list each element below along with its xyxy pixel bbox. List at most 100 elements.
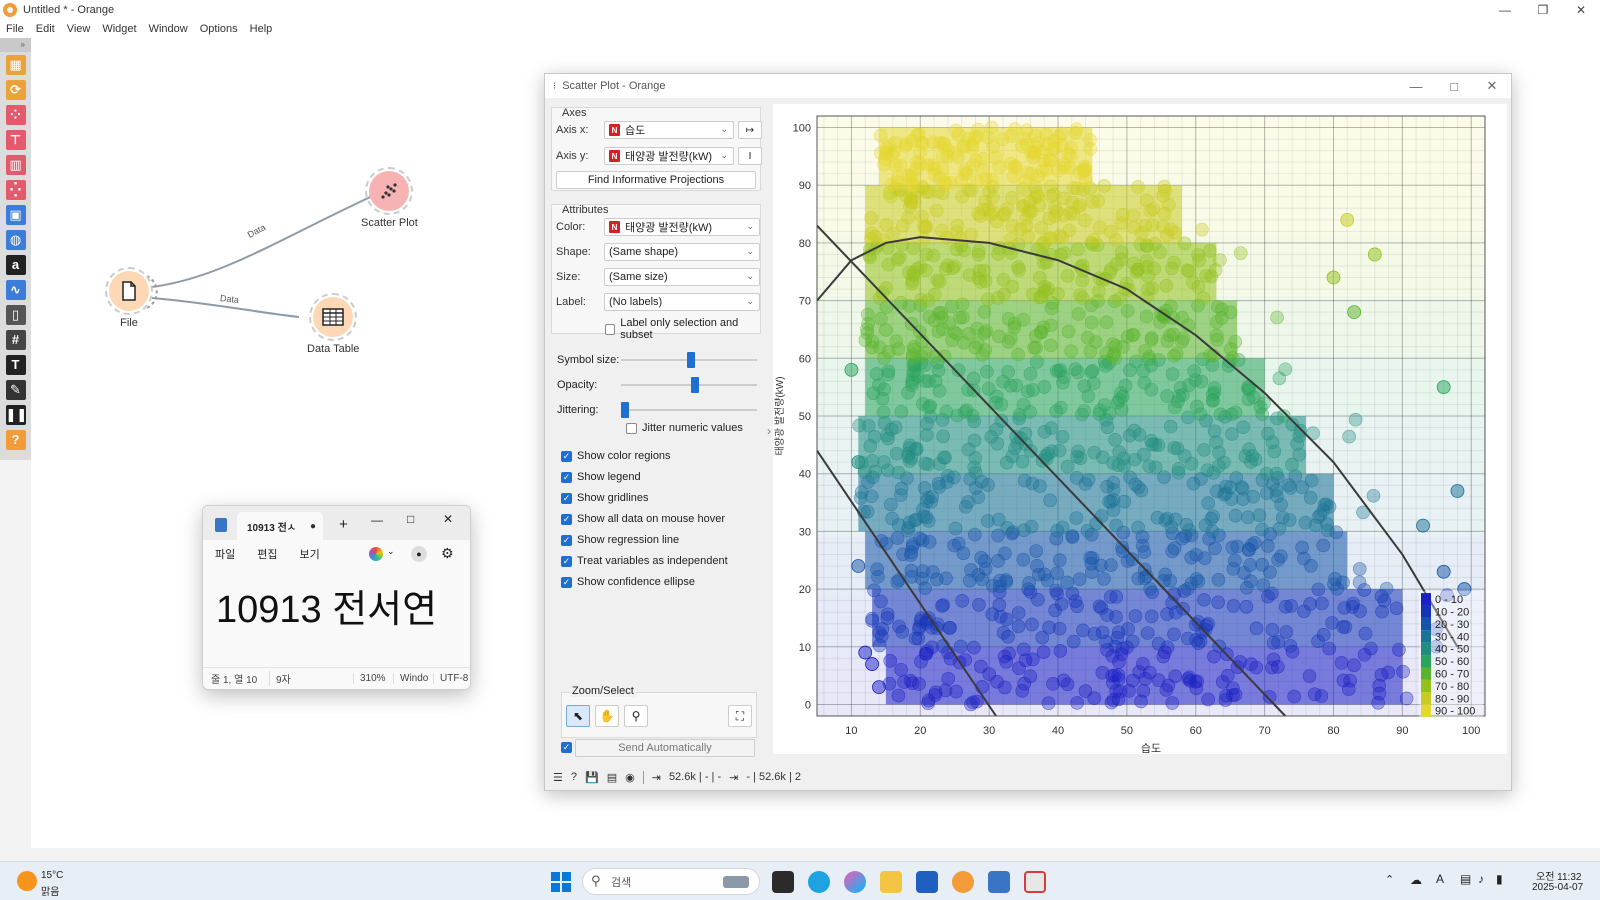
show-all-data-hover-checkbox[interactable]: ✓ Show all data on mouse hover: [561, 513, 725, 525]
toolbox-pencil-icon[interactable]: ✎: [0, 377, 31, 402]
orange-taskbar-icon[interactable]: [952, 871, 974, 893]
select-tool-button[interactable]: ⬉: [566, 705, 590, 727]
weather-desc[interactable]: 맑음: [41, 883, 59, 898]
toolbox-collapse-handle[interactable]: »: [0, 38, 31, 52]
chevron-up-icon[interactable]: ⌃: [1385, 873, 1394, 886]
network-icon[interactable]: ▤: [1460, 872, 1471, 886]
reset-zoom-button[interactable]: ⛶: [728, 705, 752, 727]
scatter-close-button[interactable]: ✕: [1473, 74, 1511, 98]
toolbox-geo-icon[interactable]: ◍: [0, 227, 31, 252]
node-scatter-plot[interactable]: Scatter Plot: [361, 167, 418, 229]
notepad-tab[interactable]: 10913 전ㅅ ●: [237, 512, 323, 540]
menu-widget[interactable]: Widget: [96, 23, 142, 35]
account-icon[interactable]: ●: [411, 546, 427, 562]
link-file-scatter[interactable]: [151, 191, 382, 288]
show-color-regions-checkbox[interactable]: ✓ Show color regions: [561, 450, 671, 462]
restore-button[interactable]: ❐: [1524, 0, 1562, 20]
menu-options[interactable]: Options: [194, 23, 244, 35]
show-legend-checkbox[interactable]: ✓ Show legend: [561, 471, 641, 483]
copilot-taskbar-icon[interactable]: [844, 871, 866, 893]
menu-edit[interactable]: Edit: [30, 23, 61, 35]
toolbox-network-icon[interactable]: ⁛: [0, 177, 31, 202]
notepad-text-area[interactable]: 10913 전서연: [203, 568, 470, 648]
toolbox-distribution-icon[interactable]: ▥: [0, 152, 31, 177]
toolbox-help-icon[interactable]: ?: [0, 427, 31, 452]
report-icon[interactable]: ▤: [607, 771, 617, 784]
notepad-maximize-button[interactable]: □: [407, 512, 414, 526]
pan-hand-icon[interactable]: ✋: [595, 705, 619, 727]
snipping-tool-icon[interactable]: [1024, 871, 1046, 893]
toolbox-table-icon[interactable]: ▦: [0, 52, 31, 77]
scatter-maximize-button[interactable]: □: [1435, 74, 1473, 98]
toolbox-scatter-icon[interactable]: ⁘: [0, 102, 31, 127]
show-regression-line-checkbox[interactable]: ✓ Show regression line: [561, 534, 679, 546]
size-combo[interactable]: (Same size) ⌄: [604, 268, 760, 286]
cloud-icon[interactable]: ☁: [1410, 873, 1422, 887]
volume-icon[interactable]: ♪: [1478, 872, 1484, 886]
menu-help[interactable]: Help: [244, 23, 279, 35]
notepad-taskbar-icon[interactable]: [988, 871, 1010, 893]
toolbox-transform-icon[interactable]: ⟳: [0, 77, 31, 102]
jitter-numeric-checkbox[interactable]: Jitter numeric values: [626, 422, 743, 434]
taskbar-search[interactable]: ⚲ 검색: [582, 868, 760, 895]
slider-handle[interactable]: [691, 377, 699, 393]
send-automatically-button[interactable]: Send Automatically: [575, 739, 755, 757]
toolbox-image-icon[interactable]: ▣: [0, 202, 31, 227]
minimize-button[interactable]: —: [1486, 0, 1524, 20]
find-informative-projections-button[interactable]: Find Informative Projections: [556, 171, 756, 189]
toolbox-tree-icon[interactable]: ⊤: [0, 127, 31, 152]
clock-time[interactable]: 오전 11:32: [1536, 868, 1581, 883]
swap-axes-button[interactable]: ↦: [738, 121, 762, 139]
file-explorer-icon[interactable]: [880, 871, 902, 893]
notepad-menu-view[interactable]: 보기: [300, 546, 320, 562]
opacity-slider[interactable]: [621, 377, 757, 393]
scatter-minimize-button[interactable]: —: [1397, 74, 1435, 98]
new-tab-plus-icon[interactable]: +: [339, 516, 348, 533]
store-icon[interactable]: [916, 871, 938, 893]
axis-y-combo[interactable]: N 태양광 발전량(kW) ⌄: [604, 147, 734, 165]
slider-handle[interactable]: [687, 352, 695, 368]
shape-combo[interactable]: (Same shape) ⌄: [604, 243, 760, 261]
toolbox-info-icon[interactable]: ▯: [0, 302, 31, 327]
scatter-window-titlebar[interactable]: ⁝ Scatter Plot - Orange — □ ✕: [545, 74, 1511, 98]
save-icon[interactable]: 💾: [585, 771, 599, 784]
label-only-checkbox[interactable]: Label only selection and subset: [605, 317, 760, 341]
clock-date[interactable]: 2025-04-07: [1532, 882, 1583, 893]
axis-x-combo[interactable]: N 습도 ⌄: [604, 121, 734, 139]
zoom-magnifier-icon[interactable]: ⚲: [624, 705, 648, 727]
menu-icon[interactable]: ☰: [553, 771, 563, 784]
edge-browser-icon[interactable]: [808, 871, 830, 893]
chevron-right-icon[interactable]: ›: [767, 424, 771, 438]
windows-start-icon[interactable]: [551, 872, 571, 892]
toolbox-pause-icon[interactable]: ❚❚: [0, 402, 31, 427]
label-combo[interactable]: (No labels) ⌄: [604, 293, 760, 311]
treat-variables-independent-checkbox[interactable]: ✓ Treat variables as independent: [561, 555, 728, 567]
help-icon[interactable]: ?: [571, 771, 577, 783]
toolbox-grid-icon[interactable]: #: [0, 327, 31, 352]
show-confidence-ellipse-checkbox[interactable]: ✓ Show confidence ellipse: [561, 576, 695, 588]
color-combo[interactable]: N 태양광 발전량(kW) ⌄: [604, 218, 760, 236]
symbol-size-slider[interactable]: [621, 352, 757, 368]
text-cursor-icon[interactable]: I: [738, 147, 762, 165]
notepad-close-button[interactable]: ✕: [443, 512, 453, 526]
weather-sun-icon[interactable]: [17, 871, 37, 891]
scatter-plot-area[interactable]: 10 20 30 40 50 60 70 80 90 100 0 10 20 30 40 50 60 70 80 90…: [773, 104, 1507, 755]
notepad-menu-edit[interactable]: 편집: [257, 546, 277, 562]
unsaved-dot-icon[interactable]: ●: [310, 521, 316, 532]
toolbox-text-icon[interactable]: a: [0, 252, 31, 277]
menu-view[interactable]: View: [61, 23, 97, 35]
node-file[interactable]: File: [105, 267, 153, 329]
show-gridlines-checkbox[interactable]: ✓ Show gridlines: [561, 492, 649, 504]
notepad-menu-file[interactable]: 파일: [215, 546, 235, 562]
scatter-chart[interactable]: 10 20 30 40 50 60 70 80 90 100 0 10 20 30 40 50 60 70 80 90…: [773, 104, 1507, 755]
notepad-minimize-button[interactable]: —: [371, 513, 383, 527]
copilot-icon[interactable]: [369, 547, 383, 561]
menu-file[interactable]: File: [0, 23, 30, 35]
camera-icon[interactable]: ◉: [625, 771, 635, 784]
battery-icon[interactable]: ▮: [1496, 872, 1503, 886]
slider-handle[interactable]: [621, 402, 629, 418]
chevron-down-icon[interactable]: ⌄: [387, 546, 395, 557]
close-button[interactable]: ✕: [1562, 0, 1600, 20]
toolbox-timeseries-icon[interactable]: ∿: [0, 277, 31, 302]
node-data-table[interactable]: Data Table: [307, 293, 359, 355]
